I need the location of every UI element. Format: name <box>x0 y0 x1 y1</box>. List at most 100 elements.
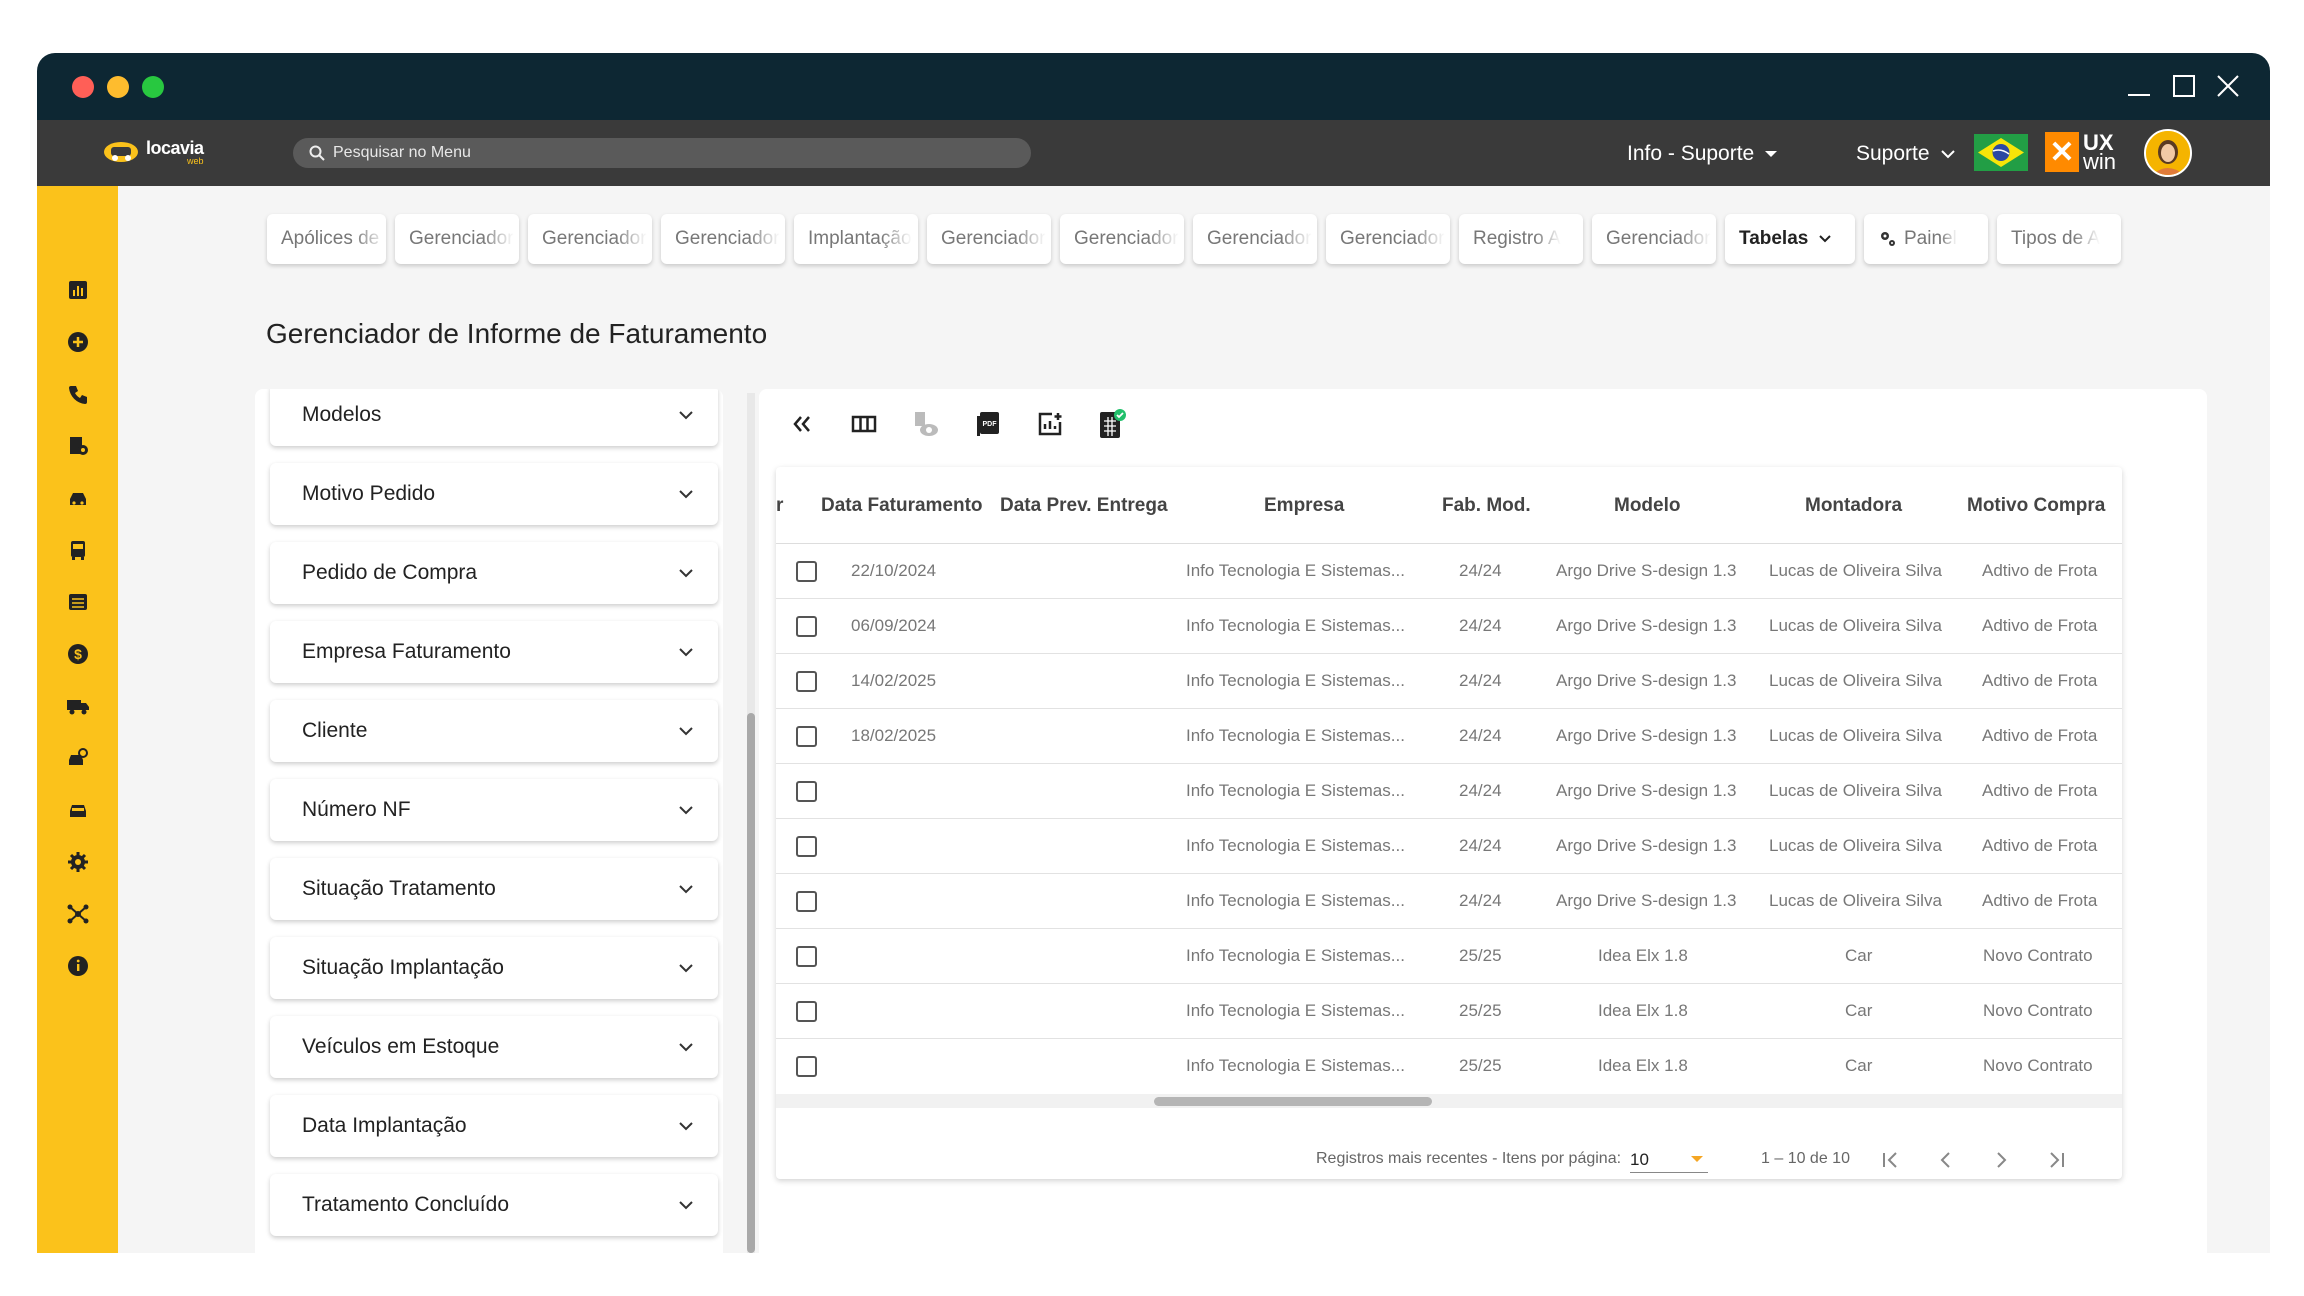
support-dropdown-label: Suporte <box>1856 142 1930 165</box>
add-circle-icon[interactable] <box>65 329 91 355</box>
row-checkbox[interactable] <box>796 561 817 582</box>
table-hscrollbar-thumb[interactable] <box>1154 1097 1432 1106</box>
minimize-icon[interactable] <box>2122 69 2156 103</box>
add-chart-icon[interactable] <box>1033 407 1067 441</box>
tab-gerenciador-6[interactable]: Gerenciador <box>1193 214 1317 264</box>
table-row[interactable]: 18/02/2025 Info Tecnologia E Sistemas...… <box>776 709 2122 764</box>
table-row[interactable]: Info Tecnologia E Sistemas... 24/24 Argo… <box>776 874 2122 929</box>
row-checkbox[interactable] <box>796 616 817 637</box>
column-header-montadora[interactable]: Montadora <box>1805 495 1902 517</box>
menu-search-input[interactable]: Pesquisar no Menu <box>293 138 1031 168</box>
filter-pedido-compra[interactable]: Pedido de Compra <box>270 542 718 604</box>
table-row[interactable]: 22/10/2024 Info Tecnologia E Sistemas...… <box>776 544 2122 599</box>
dashboard-icon[interactable] <box>65 277 91 303</box>
bus-icon[interactable] <box>65 537 91 563</box>
column-header-partial[interactable]: r <box>776 495 783 517</box>
next-page-icon[interactable] <box>1986 1145 2016 1175</box>
minimize-traffic-light[interactable] <box>107 76 129 98</box>
money-icon[interactable]: $ <box>65 641 91 667</box>
row-checkbox[interactable] <box>796 726 817 747</box>
columns-icon[interactable] <box>847 407 881 441</box>
support-dropdown[interactable]: Suporte <box>1856 142 1956 166</box>
filter-numero-nf[interactable]: Número NF <box>270 779 718 841</box>
export-pdf-icon[interactable]: PDF <box>971 407 1005 441</box>
table-hscrollbar-track[interactable] <box>776 1094 2122 1108</box>
table-row[interactable]: Info Tecnologia E Sistemas... 25/25 Idea… <box>776 929 2122 984</box>
tab-gerenciador-8[interactable]: Gerenciador <box>1592 214 1716 264</box>
close-traffic-light[interactable] <box>72 76 94 98</box>
filter-data-implantacao[interactable]: Data Implantação <box>270 1095 718 1157</box>
filter-cliente[interactable]: Cliente <box>270 700 718 762</box>
list-report-icon[interactable] <box>65 589 91 615</box>
tab-painel[interactable]: Painel <box>1864 214 1988 264</box>
tab-gerenciador-1[interactable]: Gerenciador <box>395 214 519 264</box>
chevron-down-icon <box>679 1201 693 1210</box>
collapse-filters-icon[interactable] <box>785 407 819 441</box>
gear-icon[interactable] <box>65 849 91 875</box>
maximize-traffic-light[interactable] <box>142 76 164 98</box>
filter-modelos[interactable]: Modelos <box>270 389 718 446</box>
tab-tabelas[interactable]: Tabelas <box>1725 214 1855 264</box>
column-header-motivo-compra[interactable]: Motivo Compra <box>1967 495 2105 517</box>
cell-montadora: Lucas de Oliveira Silva <box>1769 726 1942 745</box>
filter-situacao-tratamento[interactable]: Situação Tratamento <box>270 858 718 920</box>
car-icon[interactable] <box>65 797 91 823</box>
first-page-icon[interactable] <box>1876 1145 1906 1175</box>
column-header-data-prev-entrega[interactable]: Data Prev. Entrega <box>1000 495 1168 517</box>
tab-apolices[interactable]: Apólices de Seguro <box>267 214 386 264</box>
phone-call-icon[interactable] <box>65 381 91 407</box>
filter-scrollbar-thumb[interactable] <box>747 713 755 1253</box>
locavia-logo[interactable]: locavia web <box>102 138 204 166</box>
cell-montadora: Car <box>1845 1001 1873 1020</box>
cell-fab-mod: 24/24 <box>1459 726 1502 745</box>
row-checkbox[interactable] <box>796 1001 817 1022</box>
row-checkbox[interactable] <box>796 836 817 857</box>
maximize-icon[interactable] <box>2167 69 2201 103</box>
tab-tipos[interactable]: Tipos de A <box>1997 214 2121 264</box>
car-key-icon[interactable] <box>65 485 91 511</box>
tab-gerenciador-2[interactable]: Gerenciador <box>528 214 652 264</box>
filter-tratamento-concluido[interactable]: Tratamento Concluído <box>270 1174 718 1236</box>
filter-veiculos-estoque[interactable]: Veículos em Estoque <box>270 1016 718 1078</box>
row-checkbox[interactable] <box>796 1056 817 1077</box>
close-icon[interactable] <box>2211 69 2245 103</box>
user-avatar[interactable] <box>2144 129 2192 177</box>
column-header-modelo[interactable]: Modelo <box>1614 495 1681 517</box>
truck-icon[interactable] <box>65 693 91 719</box>
cell-modelo: Argo Drive S-design 1.3 <box>1556 561 1737 580</box>
company-dropdown[interactable]: Info - Suporte <box>1627 142 1778 166</box>
last-page-icon[interactable] <box>2041 1145 2071 1175</box>
table-row[interactable]: Info Tecnologia E Sistemas... 25/25 Idea… <box>776 1039 2122 1094</box>
row-checkbox[interactable] <box>796 781 817 802</box>
excel-export-icon[interactable] <box>1095 407 1129 441</box>
column-header-data-faturamento[interactable]: Data Faturamento <box>821 495 983 517</box>
column-header-empresa[interactable]: Empresa <box>1264 495 1344 517</box>
filter-situacao-implantacao[interactable]: Situação Implantação <box>270 937 718 999</box>
row-checkbox[interactable] <box>796 671 817 692</box>
network-icon[interactable] <box>65 901 91 927</box>
tab-gerenciador-3[interactable]: Gerenciador <box>661 214 785 264</box>
view-disabled-icon[interactable] <box>909 407 943 441</box>
tab-gerenciador-4[interactable]: Gerenciador <box>927 214 1051 264</box>
row-checkbox[interactable] <box>796 946 817 967</box>
page-size-select[interactable]: 10 <box>1630 1143 1708 1173</box>
car-search-icon[interactable] <box>65 745 91 771</box>
tab-gerenciador-7[interactable]: Gerenciador <box>1326 214 1450 264</box>
brazil-flag-icon[interactable] <box>1974 134 2028 171</box>
table-row[interactable]: 06/09/2024 Info Tecnologia E Sistemas...… <box>776 599 2122 654</box>
info-icon[interactable] <box>65 953 91 979</box>
previous-page-icon[interactable] <box>1931 1145 1961 1175</box>
cell-empresa: Info Tecnologia E Sistemas... <box>1186 1001 1405 1020</box>
filter-empresa-faturamento[interactable]: Empresa Faturamento <box>270 621 718 683</box>
document-settings-icon[interactable] <box>65 433 91 459</box>
filter-motivo-pedido[interactable]: Motivo Pedido <box>270 463 718 525</box>
tab-registro[interactable]: Registro A <box>1459 214 1583 264</box>
tab-implantacao[interactable]: Implantação <box>794 214 918 264</box>
table-row[interactable]: Info Tecnologia E Sistemas... 24/24 Argo… <box>776 764 2122 819</box>
row-checkbox[interactable] <box>796 891 817 912</box>
tab-gerenciador-5[interactable]: Gerenciador <box>1060 214 1184 264</box>
table-row[interactable]: 14/02/2025 Info Tecnologia E Sistemas...… <box>776 654 2122 709</box>
column-header-fab-mod[interactable]: Fab. Mod. <box>1442 495 1531 517</box>
table-row[interactable]: Info Tecnologia E Sistemas... 24/24 Argo… <box>776 819 2122 874</box>
table-row[interactable]: Info Tecnologia E Sistemas... 25/25 Idea… <box>776 984 2122 1039</box>
